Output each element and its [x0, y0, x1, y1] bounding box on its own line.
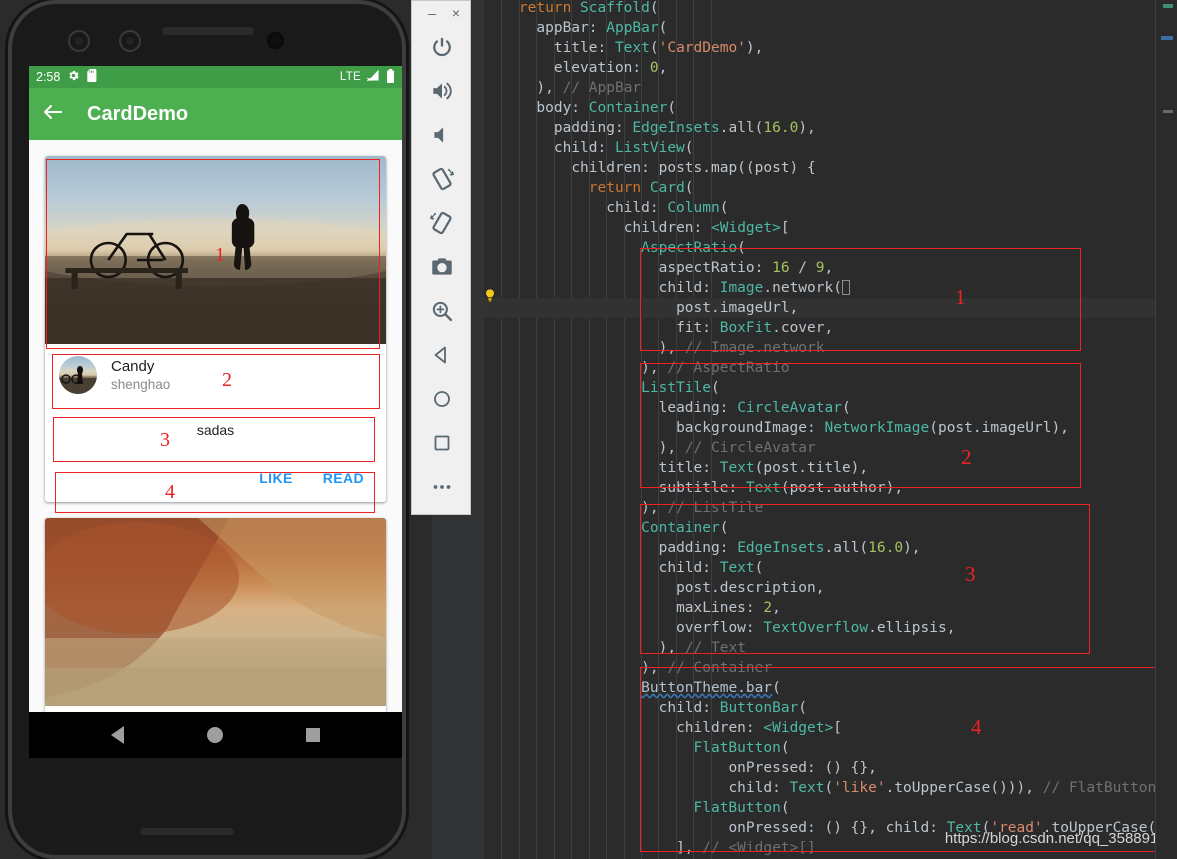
android-navigation-bar[interactable] — [29, 712, 402, 758]
volume-up-icon[interactable] — [412, 69, 472, 113]
more-icon[interactable] — [412, 465, 472, 509]
app-bar: CardDemo — [29, 88, 402, 140]
code-line[interactable]: children: <Widget>[ — [484, 218, 1155, 238]
emulator-toolbar[interactable]: – × — [411, 0, 471, 515]
signal-icon — [366, 69, 381, 85]
app-bar-title: CardDemo — [87, 102, 189, 125]
home-icon[interactable] — [412, 377, 472, 421]
nav-home-icon[interactable] — [206, 727, 223, 743]
post-list-tile[interactable]: Candy shenghao — [45, 344, 386, 406]
code-line[interactable]: body: Container( — [484, 98, 1155, 118]
code-line[interactable]: child: ListView( — [484, 138, 1155, 158]
annotation-box — [640, 363, 1081, 488]
rail-marker — [1161, 36, 1173, 40]
code-line[interactable]: ), // AppBar — [484, 78, 1155, 98]
status-time: 2:58 — [36, 70, 61, 84]
rail-marker — [1163, 110, 1173, 113]
intention-bulb-icon[interactable] — [482, 288, 498, 304]
sdcard-icon — [87, 69, 98, 85]
annotation-number: 1 — [215, 244, 225, 266]
back-arrow-icon[interactable] — [41, 100, 65, 129]
annotation-number: 4 — [971, 715, 982, 739]
code-line[interactable]: child: Column( — [484, 198, 1155, 218]
editor-scrollbar-rail[interactable] — [1155, 0, 1177, 859]
post-description: sadas — [196, 422, 235, 438]
rotate-left-icon[interactable] — [412, 157, 472, 201]
read-button[interactable]: READ — [313, 462, 374, 494]
annotation-box — [640, 667, 1168, 852]
annotation-number: 1 — [955, 285, 966, 309]
nav-recent-icon[interactable] — [306, 728, 321, 742]
annotation-number: 3 — [965, 562, 976, 586]
camera-icon[interactable] — [412, 245, 472, 289]
android-status-bar: 2:58 LTE — [29, 66, 402, 88]
blog-watermark: https://blog.csdn.net/qq_35889199 — [944, 830, 1175, 847]
nav-back-icon[interactable] — [110, 726, 124, 744]
annotation-box — [640, 248, 1081, 351]
power-icon[interactable] — [412, 25, 472, 69]
rotate-right-icon[interactable] — [412, 201, 472, 245]
network-type-label: LTE — [339, 71, 361, 83]
overview-icon[interactable] — [412, 421, 472, 465]
code-line[interactable]: padding: EdgeInsets.all(16.0), — [484, 118, 1155, 138]
rail-marker — [1163, 4, 1173, 8]
bottom-speaker-grille — [140, 828, 234, 835]
front-camera-icon — [73, 35, 85, 47]
avatar — [59, 356, 97, 394]
android-emulator-device[interactable]: 2:58 LTE CardDemo Candy shenghao sadas L… — [4, 2, 408, 857]
battery-icon — [386, 68, 395, 86]
back-icon[interactable] — [412, 333, 472, 377]
annotation-box — [640, 504, 1090, 654]
volume-down-icon[interactable] — [412, 113, 472, 157]
annotation-number: 4 — [165, 481, 175, 503]
annotation-number: 3 — [160, 429, 170, 451]
phone-screen[interactable]: 2:58 LTE CardDemo Candy shenghao sadas L… — [29, 66, 402, 758]
card-list[interactable]: Candy shenghao sadas LIKE READ — [29, 140, 402, 758]
close-button[interactable]: × — [448, 5, 464, 21]
code-line[interactable]: return Card( — [484, 178, 1155, 198]
annotation-number: 2 — [961, 445, 972, 469]
code-line[interactable]: title: Text('CardDemo'), — [484, 38, 1155, 58]
annotation-number: 2 — [222, 369, 232, 391]
proximity-sensor-icon — [267, 32, 284, 49]
card-button-bar[interactable]: LIKE READ — [45, 454, 386, 502]
code-line[interactable]: return Scaffold( — [484, 0, 1155, 18]
code-line[interactable]: children: posts.map((post) { — [484, 158, 1155, 178]
emulator-window-controls: – × — [412, 1, 472, 25]
post-author: shenghao — [111, 376, 171, 392]
earpiece-speaker — [162, 27, 254, 35]
code-line[interactable]: appBar: AppBar( — [484, 18, 1155, 38]
phone-frame: 2:58 LTE CardDemo Candy shenghao sadas L… — [12, 4, 402, 855]
post-card[interactable]: Candy shenghao sadas LIKE READ — [45, 156, 386, 502]
gear-icon — [67, 69, 80, 85]
like-button[interactable]: LIKE — [249, 462, 303, 494]
front-camera-2-icon — [124, 35, 136, 47]
post-title: Candy — [111, 357, 155, 375]
minimize-button[interactable]: – — [424, 5, 440, 21]
code-line[interactable]: elevation: 0, — [484, 58, 1155, 78]
zoom-icon[interactable] — [412, 289, 472, 333]
highland-cow-photo — [45, 518, 386, 706]
